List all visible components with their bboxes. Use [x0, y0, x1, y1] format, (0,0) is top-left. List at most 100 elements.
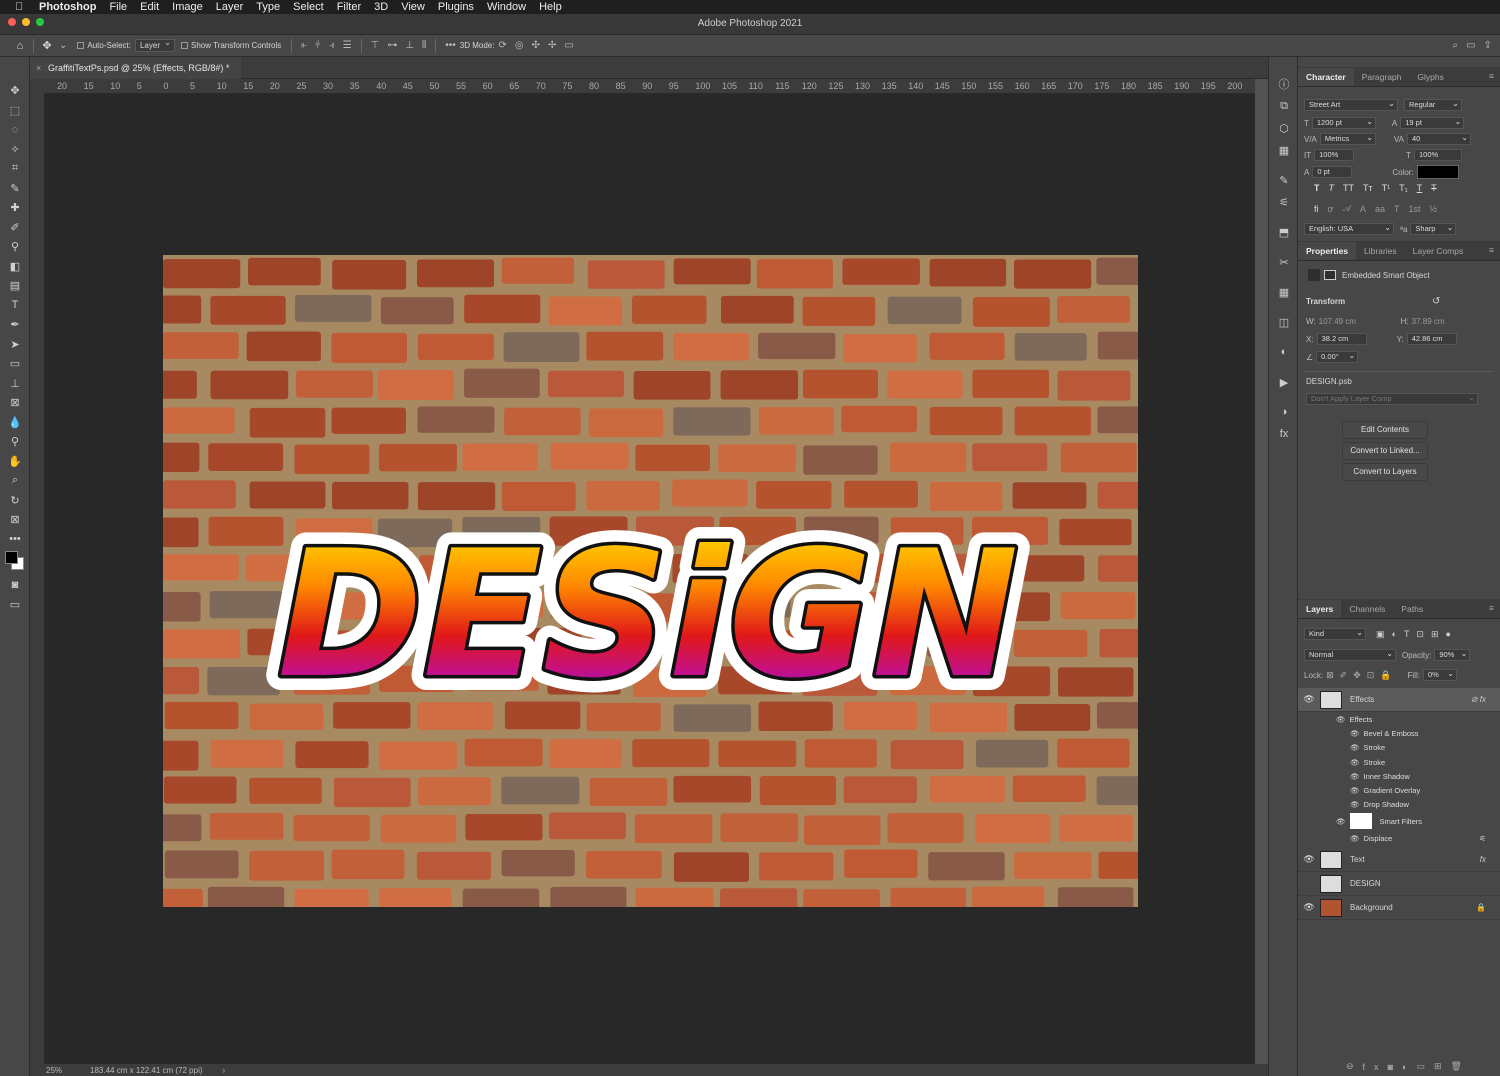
move-tool-icon[interactable]: ✥ — [39, 39, 55, 52]
height-value[interactable]: 37.89 cm — [1412, 317, 1445, 326]
ordinals-icon[interactable]: T — [1394, 204, 1400, 214]
smart-filter-mask[interactable] — [1349, 813, 1372, 829]
faux-bold-icon[interactable]: T — [1314, 183, 1320, 193]
auto-select-dropdown[interactable]: Layer — [134, 38, 175, 52]
brush-settings-icon[interactable]: ✎ — [1269, 169, 1299, 191]
eye-icon[interactable]: 👁 — [1350, 743, 1360, 752]
menu-help[interactable]: Help — [539, 1, 562, 13]
eye-icon[interactable]: 👁 — [1350, 786, 1360, 795]
add-style-icon[interactable]: fx — [1363, 1062, 1388, 1072]
menu-window[interactable]: Window — [487, 1, 526, 13]
menu-view[interactable]: View — [401, 1, 425, 13]
effect-row[interactable]: 👁 Stroke — [1298, 740, 1500, 754]
font-family-select[interactable]: Street Art — [1304, 99, 1398, 111]
add-mask-icon[interactable]: ◙ — [1388, 1062, 1402, 1072]
tab-layer-comps[interactable]: Layer Comps — [1405, 242, 1472, 260]
tab-properties[interactable]: Properties — [1298, 242, 1357, 260]
workspace-icon[interactable]: ▭ — [1466, 40, 1475, 51]
3d-pan-icon[interactable]: ✣ — [532, 40, 540, 51]
menu-plugins[interactable]: Plugins — [438, 1, 474, 13]
fx-badge-icon[interactable]: ⊘ fx — [1471, 695, 1486, 704]
3d-camera-icon[interactable]: ▭ — [564, 40, 573, 51]
visibility-eye-icon[interactable]: 👁 — [1298, 694, 1320, 705]
actions-play-icon[interactable]: ▶ — [1269, 371, 1299, 393]
ruler-horizontal[interactable]: 20 15 10 5 0 5 10 15 20 25 30 35 40 45 50 55 60 65 70 75 80 8… — [45, 79, 1255, 94]
effect-row[interactable]: 👁 Inner Shadow — [1298, 769, 1500, 783]
crop-tool[interactable]: ⌗ — [0, 159, 30, 179]
visibility-eye-icon[interactable]: 👁 — [1298, 854, 1320, 865]
history-icon[interactable]: ⧉ — [1269, 95, 1299, 117]
panel-menu-icon[interactable]: ≡ — [1489, 603, 1494, 613]
move-tool[interactable]: ✥ — [0, 81, 30, 101]
tracking-field[interactable]: 40 — [1406, 133, 1471, 145]
panel-menu-icon[interactable]: ≡ — [1489, 245, 1494, 255]
edit-toolbar-icon[interactable]: ••• — [0, 530, 30, 550]
layer-filter-kind[interactable]: Kind — [1304, 628, 1366, 640]
brush-tool[interactable]: ✐ — [0, 218, 30, 238]
menu-edit[interactable]: Edit — [140, 1, 159, 13]
strikethrough-icon[interactable]: T — [1431, 183, 1437, 193]
fill-field[interactable]: 0% — [1422, 669, 1457, 681]
eye-icon[interactable]: 👁 — [1336, 715, 1346, 724]
ruler-vertical[interactable] — [30, 94, 45, 1064]
distribute-icon[interactable]: ☰ — [343, 40, 352, 51]
antialias-select[interactable]: Sharp — [1410, 223, 1457, 235]
all-caps-icon[interactable]: TT — [1343, 183, 1354, 193]
effect-row[interactable]: 👁 Gradient Overlay — [1298, 783, 1500, 797]
text-color-swatch[interactable] — [1416, 165, 1459, 179]
horizontal-scale-field[interactable]: 100% — [1414, 149, 1462, 161]
layer-row-text[interactable]: 👁 Text fx — [1298, 848, 1500, 872]
menu-filter[interactable]: Filter — [337, 1, 361, 13]
lock-icons[interactable]: ⊠✐✥⊡🔒 — [1326, 670, 1397, 681]
canvas-image[interactable]: DESiGN DESiGN — [163, 255, 1138, 907]
effects-group-row[interactable]: 👁 Effects — [1298, 712, 1500, 726]
eye-icon[interactable]: 👁 — [1350, 729, 1360, 738]
adjustment-icon[interactable]: ◐ — [1402, 1062, 1416, 1072]
document-tab[interactable]: × GraffitiTextPs.psd @ 25% (Effects, RGB… — [30, 57, 242, 79]
share-icon[interactable]: ⇪ — [1484, 40, 1492, 51]
stylistic-icon[interactable]: A — [1360, 204, 1366, 214]
fx-badge-icon[interactable]: fx — [1480, 855, 1486, 864]
new-layer-icon[interactable]: ⊞ — [1434, 1061, 1451, 1072]
search-icon[interactable]: ⌕ — [1453, 40, 1459, 51]
path-selection-tool[interactable]: ➤ — [0, 335, 30, 355]
layer-row-design[interactable]: DESIGN — [1298, 872, 1500, 896]
clone-stamp-tool[interactable]: ⚲ — [0, 237, 30, 257]
leading-field[interactable]: 19 pt — [1400, 117, 1465, 129]
convert-to-layers-button[interactable]: Convert to Layers — [1342, 463, 1428, 481]
blend-mode-select[interactable]: Normal — [1304, 649, 1396, 661]
eye-icon[interactable]: 👁 — [1350, 834, 1360, 843]
eye-icon[interactable]: 👁 — [1336, 817, 1346, 826]
eye-icon[interactable]: 👁 — [1350, 758, 1360, 767]
align-vcenter-icon[interactable]: ⊶ — [387, 40, 397, 51]
color-icon[interactable]: ◐ — [1269, 341, 1299, 363]
align-hcenter-icon[interactable]: ⫩ — [315, 40, 321, 51]
marquee-tool[interactable]: ⬚ — [0, 101, 30, 121]
align-right-icon[interactable]: ⫣ — [329, 40, 335, 51]
menu-3d[interactable]: 3D — [374, 1, 388, 13]
visibility-eye-icon[interactable]: 👁 — [1298, 902, 1320, 913]
convert-to-linked-button[interactable]: Convert to Linked... — [1342, 442, 1428, 460]
auto-select-checkbox[interactable] — [77, 42, 85, 49]
delete-icon[interactable]: 🗑 — [1451, 1061, 1471, 1072]
ordinal-st-icon[interactable]: 1st — [1408, 204, 1420, 214]
opacity-field[interactable]: 90% — [1434, 649, 1471, 661]
faux-italic-icon[interactable]: T — [1329, 183, 1335, 193]
width-value[interactable]: 107.49 cm — [1319, 317, 1379, 326]
small-caps-icon[interactable]: Tт — [1363, 183, 1373, 193]
zoom-tool[interactable]: ⌕ — [0, 471, 30, 491]
quick-mask-icon[interactable]: ◙ — [0, 575, 30, 595]
effect-row[interactable]: 👁 Bevel & Emboss — [1298, 726, 1500, 740]
align-bottom-icon[interactable]: ⊥ — [405, 40, 414, 51]
rectangle-tool[interactable]: ▭ — [0, 354, 30, 374]
color-swatches[interactable] — [0, 549, 29, 575]
tab-channels[interactable]: Channels — [1341, 600, 1393, 618]
hand-tool[interactable]: ✋ — [0, 452, 30, 472]
superscript-icon[interactable]: T¹ — [1382, 183, 1391, 193]
eyedropper-tool[interactable]: ✎ — [0, 179, 30, 199]
layer-row-effects[interactable]: 👁 Effects ⊘ fx — [1298, 688, 1500, 712]
blur-tool[interactable]: 💧 — [0, 413, 30, 433]
tab-paths[interactable]: Paths — [1393, 600, 1431, 618]
rotate-view-tool[interactable]: ↻ — [0, 491, 30, 511]
layer-comp-select[interactable]: Don't Apply Layer Comp — [1306, 393, 1478, 405]
